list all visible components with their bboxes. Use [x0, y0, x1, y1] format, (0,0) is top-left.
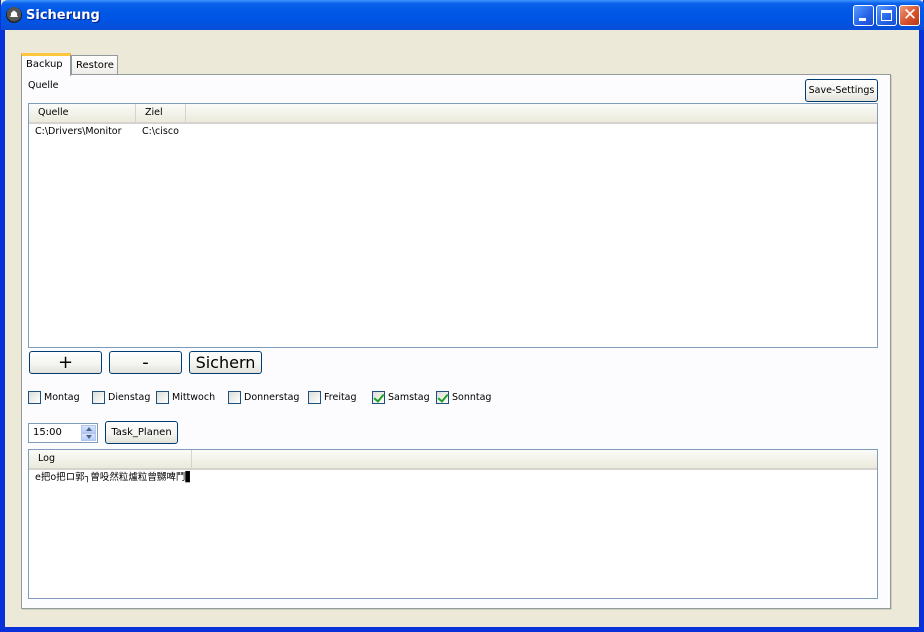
column-header-quelle[interactable]: Quelle: [29, 104, 136, 122]
checkbox-label: Samstag: [388, 392, 430, 403]
window-frame-left: [1, 30, 5, 632]
app-window: Sicherung ✕ Backup Restore Quelle Save-S…: [0, 0, 924, 632]
minimize-button[interactable]: [853, 5, 874, 26]
minimize-icon: [859, 18, 866, 21]
checkbox-label: Sonntag: [452, 392, 492, 403]
checkbox-box-checked[interactable]: [372, 391, 385, 404]
sichern-button[interactable]: Sichern: [189, 351, 262, 374]
checkbox-label: Freitag: [324, 392, 357, 403]
maximize-icon: [881, 10, 892, 21]
tab-backup[interactable]: Backup: [21, 53, 71, 76]
maximize-button[interactable]: [876, 5, 897, 26]
tab-restore[interactable]: Restore: [71, 55, 118, 76]
log-list-header: Log: [29, 450, 877, 470]
log-entry: e把o把ロ郭┐曽吺然粒爐粒曾嬲啤鬥▋: [35, 472, 193, 483]
close-icon: ✕: [902, 5, 918, 25]
checkbox-box[interactable]: [156, 391, 169, 404]
remove-button[interactable]: -: [109, 351, 182, 374]
checkbox-box-checked[interactable]: [436, 391, 449, 404]
list-item[interactable]: e把o把ロ郭┐曽吺然粒爐粒曾嬲啤鬥▋: [29, 471, 877, 485]
time-picker[interactable]: 15:00: [28, 423, 98, 443]
checkbox-box[interactable]: [308, 391, 321, 404]
checkbox-box[interactable]: [28, 391, 41, 404]
window-frame-right: [919, 30, 923, 632]
spin-up-icon[interactable]: [81, 425, 96, 433]
save-settings-button[interactable]: Save-Settings: [805, 79, 878, 102]
window-frame-bottom: [1, 627, 924, 631]
title-bar[interactable]: Sicherung ✕: [1, 0, 924, 30]
checkbox-label: Mittwoch: [172, 392, 216, 403]
close-button[interactable]: ✕: [899, 5, 920, 26]
cell-ziel: C:\cisco: [142, 126, 179, 137]
checkbox-label: Donnerstag: [244, 392, 300, 403]
time-spinner[interactable]: [81, 425, 96, 441]
column-header-log[interactable]: Log: [29, 450, 192, 468]
add-button[interactable]: +: [29, 351, 102, 374]
checkbox-label: Dienstag: [108, 392, 151, 403]
spin-down-icon[interactable]: [81, 433, 96, 441]
checkbox-box[interactable]: [92, 391, 105, 404]
backup-list[interactable]: Quelle Ziel C:\Drivers\Monitor C:\cisco: [28, 103, 878, 348]
cell-quelle: C:\Drivers\Monitor: [35, 126, 122, 137]
checkbox-box[interactable]: [228, 391, 241, 404]
task-planen-button[interactable]: Task_Planen: [105, 421, 178, 444]
table-row[interactable]: C:\Drivers\Monitor C:\cisco: [29, 125, 877, 139]
column-header-ziel[interactable]: Ziel: [136, 104, 186, 122]
window-title: Sicherung: [26, 8, 100, 23]
checkbox-label: Montag: [44, 392, 80, 403]
quelle-label: Quelle: [28, 80, 59, 91]
log-list[interactable]: Log e把o把ロ郭┐曽吺然粒爐粒曾嬲啤鬥▋: [28, 449, 878, 599]
backup-list-header: Quelle Ziel: [29, 104, 877, 124]
time-value[interactable]: 15:00: [33, 427, 62, 438]
app-triangle-icon[interactable]: [6, 7, 22, 23]
